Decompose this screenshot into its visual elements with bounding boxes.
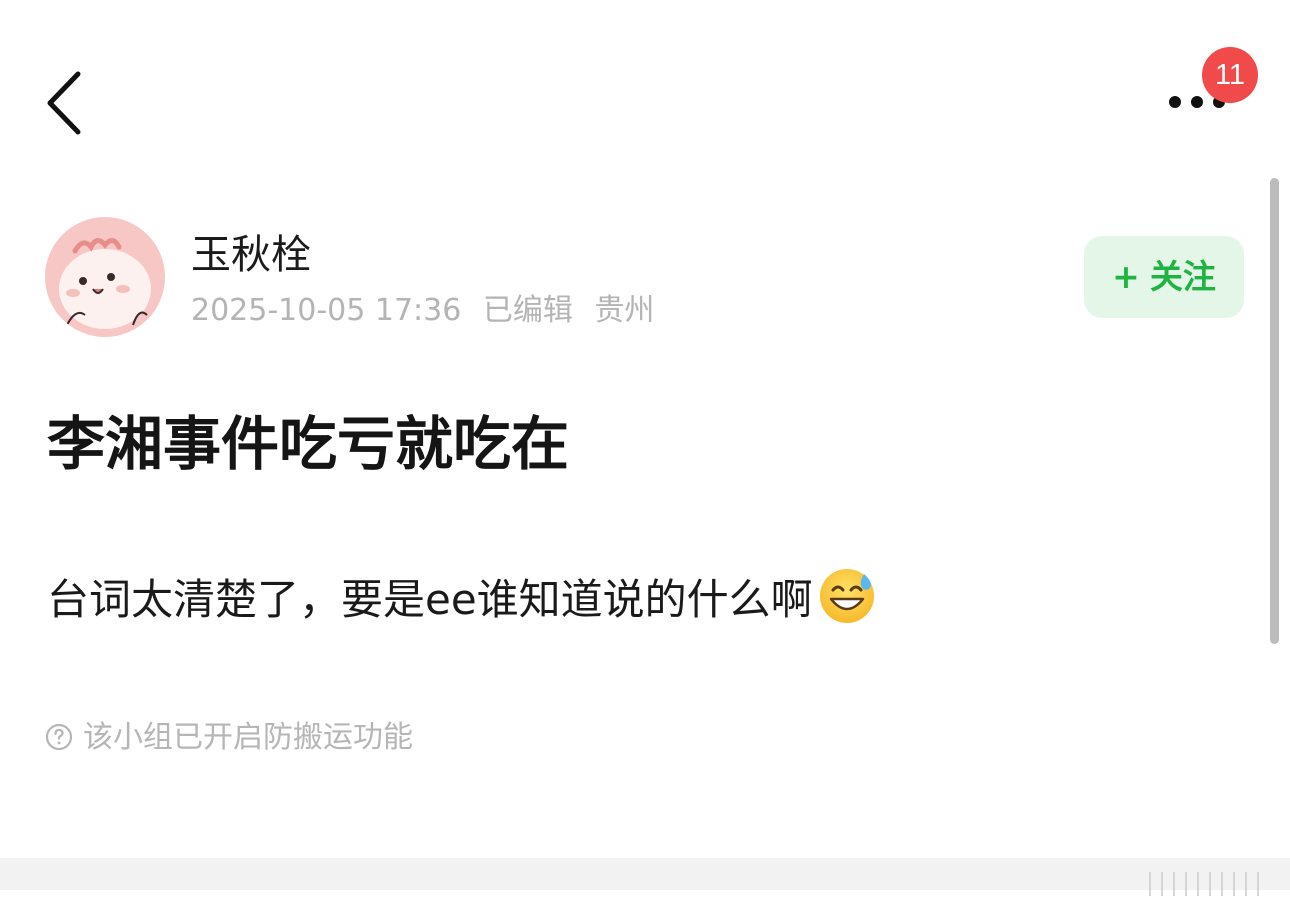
plus-icon: +: [1112, 257, 1140, 296]
grinning-sweat-emoji-icon: [817, 566, 877, 626]
anti-repost-notice: 该小组已开启防搬运功能: [45, 718, 413, 758]
post-body-text: 台词太清楚了，要是ee谁知道说的什么啊: [47, 575, 813, 624]
notification-badge[interactable]: 11: [1202, 47, 1258, 103]
post-detail-page: 11 玉秋栓 2025-10-05 17:36 已编辑 贵州 + 关注 李湘事件吃…: [0, 0, 1290, 920]
follow-button[interactable]: + 关注: [1084, 236, 1244, 318]
post-meta: 2025-10-05 17:36 已编辑 贵州: [191, 290, 666, 332]
bottom-divider: [0, 858, 1290, 890]
author-name[interactable]: 玉秋栓: [191, 229, 311, 281]
notice-text: 该小组已开启防搬运功能: [83, 720, 413, 755]
post-body: 台词太清楚了，要是ee谁知道说的什么啊: [47, 566, 877, 629]
question-circle-icon: [45, 722, 73, 751]
back-button[interactable]: [40, 66, 92, 140]
cartoon-avatar-icon: [45, 217, 165, 337]
follow-label: 关注: [1149, 257, 1216, 296]
chevron-left-icon: [47, 71, 81, 135]
post-title: 李湘事件吃亏就吃在: [47, 410, 570, 478]
scrollbar[interactable]: [1270, 178, 1279, 644]
post-date: 2025-10-05 17:36: [191, 293, 462, 328]
edited-label: 已编辑: [482, 293, 573, 328]
watermark-icon: [1140, 866, 1280, 900]
avatar[interactable]: [45, 217, 165, 337]
post-location: 贵州: [594, 293, 655, 328]
